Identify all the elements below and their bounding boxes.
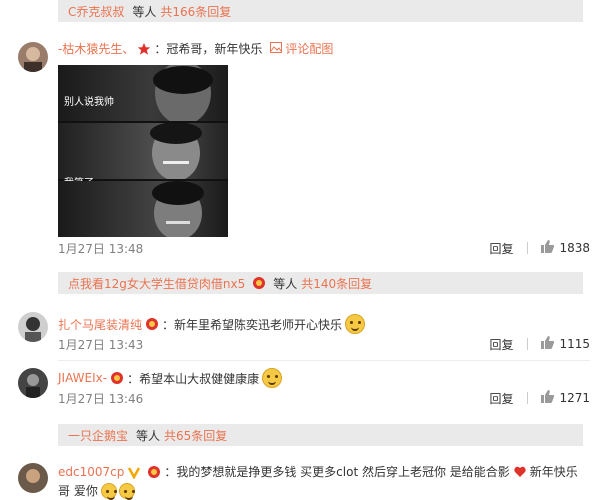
reply-mid: 等人 [132, 4, 157, 19]
like-count: 1838 [559, 241, 590, 255]
comment-username[interactable]: JIAWEIx- [58, 371, 107, 385]
smile-emoji-icon [262, 368, 283, 388]
comment-time: 1月27日 13:46 [58, 391, 144, 406]
reply-count-bar[interactable]: C乔克叔叔 等人 共166条回复 [58, 0, 583, 22]
reply-button[interactable]: 回复 [489, 336, 513, 353]
thumbs-up-icon [540, 390, 555, 406]
avatar[interactable] [18, 312, 48, 342]
reply-mid: 等人 [136, 428, 161, 443]
reply-button[interactable]: 回复 [489, 240, 513, 257]
comment-username[interactable]: edc1007cp [58, 465, 124, 479]
like-count: 1271 [559, 391, 590, 405]
comment-text: ：我的梦想就是挣更多钱 买更多clot 然后穿上老冠你 是给能合影 [164, 465, 510, 479]
reply-user[interactable]: 一只企鹅宝 [68, 427, 128, 444]
like-button[interactable]: 1838 [540, 240, 590, 256]
comment-3: JIAWEIx- ：希望本山大叔健健康康 [58, 368, 590, 388]
star-badge-icon [137, 42, 151, 56]
photo-panel-1: 别人说我帅 [58, 65, 228, 125]
reply-count-bar[interactable]: 一只企鹅宝 等人 共65条回复 [58, 424, 583, 446]
comment-1: -枯木猿先生、 ：冠希哥，新年快乐 评论配图 [58, 40, 590, 57]
hearts-emoji-icon [513, 465, 527, 479]
divider [527, 242, 529, 254]
comment-username[interactable]: -枯木猿先生、 [58, 40, 134, 57]
smile-emoji-icon [345, 314, 366, 334]
emoji-badge-icon [252, 276, 266, 290]
comment-time: 1月27日 13:48 [58, 241, 144, 256]
divider [58, 360, 590, 361]
comment-text: ：新年里希望陈奕迅老师开心快乐 [162, 317, 343, 332]
comment-4: edc1007cp ：我的梦想就是挣更多钱 买更多clot 然后穿上老冠你 是给… [58, 463, 590, 500]
verified-v-icon [127, 465, 141, 480]
smile-emoji-icon [100, 482, 117, 500]
like-button[interactable]: 1271 [540, 390, 590, 406]
comment-2: 扎个马尾装清纯 ：新年里希望陈奕迅老师开心快乐 [58, 314, 590, 334]
emoji-badge-icon [147, 465, 161, 479]
image-link-label: 评论配图 [285, 42, 334, 56]
reply-count[interactable]: 共140条回复 [301, 275, 372, 292]
comment-meta: 1月27日 13:43 回复 1115 [58, 335, 590, 353]
comment-text: ：希望本山大叔健健康康 [127, 371, 260, 386]
smile-emoji-icon [118, 482, 135, 500]
divider [527, 338, 529, 350]
comment-photo[interactable]: 别人说我帅 我笑了 [58, 65, 228, 237]
comment-meta: 1月27日 13:48 回复 1838 [58, 239, 590, 257]
divider [527, 392, 529, 404]
image-icon [270, 41, 283, 56]
reply-count[interactable]: 共166条回复 [160, 3, 231, 20]
comment-text-tail: 新年快乐 [529, 465, 578, 479]
comment-meta: 1月27日 13:46 回复 1271 [58, 389, 590, 407]
thumbs-up-icon [540, 240, 555, 256]
reply-count[interactable]: 共65条回复 [164, 427, 227, 444]
comment-text: ：冠希哥，新年快乐 [154, 42, 263, 56]
reply-count-bar[interactable]: 点我看12g女大学生借贷肉借nx5 等人 共140条回复 [58, 272, 583, 294]
photo-panel-2: 我笑了 [58, 122, 228, 189]
comment-username[interactable]: 扎个马尾装清纯 [58, 316, 142, 333]
comment-image-link[interactable]: 评论配图 [270, 40, 333, 57]
like-count: 1115 [559, 337, 590, 351]
avatar[interactable] [18, 463, 48, 493]
like-button[interactable]: 1115 [540, 336, 590, 352]
avatar[interactable] [18, 42, 48, 72]
thumbs-up-icon [540, 336, 555, 352]
photo-panel-3 [58, 181, 228, 237]
reply-user[interactable]: C乔克叔叔 [68, 3, 124, 20]
comment-text-line2: 哥 爱你 [58, 484, 98, 498]
reply-user[interactable]: 点我看12g女大学生借贷肉借nx5 [68, 275, 245, 292]
reply-button[interactable]: 回复 [489, 390, 513, 407]
avatar[interactable] [18, 368, 48, 398]
comment-time: 1月27日 13:43 [58, 337, 144, 352]
reply-mid: 等人 [273, 276, 298, 291]
emoji-badge-icon [110, 371, 124, 385]
emoji-badge-icon [145, 317, 159, 331]
photo-caption-1: 别人说我帅 [64, 97, 114, 108]
